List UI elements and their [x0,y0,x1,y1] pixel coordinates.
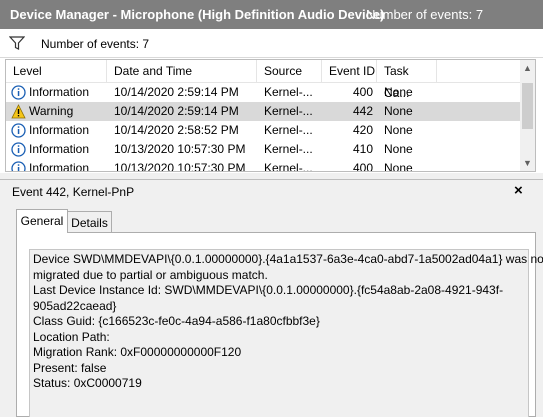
level-cell: Warning [29,104,74,118]
vertical-scrollbar[interactable]: ▲ ▼ [520,60,535,171]
events-list: Level Date and Time Source Event ID Task… [5,59,536,172]
date-cell: 10/14/2020 2:58:52 PM [114,123,239,137]
task-cell: None [384,85,413,99]
tab-details[interactable]: Details [68,211,112,233]
level-cell: Information [29,161,90,172]
source-cell: Kernel-... [264,123,313,137]
description-line: Device SWD\MMDEVAPI\{0.0.1.00000000}.{4a… [33,252,543,266]
task-cell: None [384,104,413,118]
level-cell: Information [29,85,90,99]
source-cell: Kernel-... [264,85,313,99]
description-line: Last Device Instance Id: SWD\MMDEVAPI\{0… [33,283,504,297]
information-icon [11,161,26,171]
warning-icon [11,104,26,119]
window-title: Device Manager - Microphone (High Defini… [10,7,385,22]
event-count-title: Number of events: 7 [366,7,484,22]
information-icon [11,142,26,157]
general-tab-panel: Device SWD\MMDEVAPI\{0.0.1.00000000}.{4a… [16,232,543,417]
scrollbar-thumb[interactable] [522,83,533,129]
table-row[interactable]: Information 10/14/2020 2:59:14 PM Kernel… [6,83,520,102]
table-row[interactable]: Information 10/13/2020 10:57:30 PM Kerne… [6,140,520,159]
scroll-down-icon[interactable]: ▼ [520,156,535,171]
detail-title: Event 442, Kernel-PnP [12,185,135,199]
filter-bar: Number of events: 7 [0,29,543,58]
description-line: 905ad22caead} [33,298,117,313]
column-header-level[interactable]: Level [6,60,107,82]
task-cell: None [384,123,413,137]
event-id-cell: 410 [353,142,374,156]
filter-count-label: Number of events: 7 [41,37,150,51]
window-titlebar: Device Manager - Microphone (High Defini… [0,0,543,29]
source-cell: Kernel-... [264,161,313,172]
description-line: Migration Rank: 0xF00000000000F120 [33,345,242,359]
column-header-source[interactable]: Source [257,60,322,82]
description-line: Present: false [33,360,107,375]
detail-pane: General Details Device SWD\MMDEVAPI\{0.0… [0,204,543,417]
close-icon[interactable]: × [514,182,523,199]
description-line: Class Guid: {c166523c-fe0c-4a94-a586-f1a… [33,314,320,328]
level-cell: Information [29,142,90,156]
table-row[interactable]: Information 10/13/2020 10:57:30 PM Kerne… [6,159,520,172]
source-cell: Kernel-... [264,104,313,118]
event-id-cell: 420 [353,123,374,137]
event-description-textbox[interactable]: Device SWD\MMDEVAPI\{0.0.1.00000000}.{4a… [29,249,543,417]
table-row[interactable]: Information 10/14/2020 2:58:52 PM Kernel… [6,121,520,140]
filter-icon[interactable] [9,36,25,50]
column-header-task-category[interactable]: Task Ca... [377,60,437,100]
description-line: Status: 0xC0000719 [33,376,142,390]
column-header-event-id[interactable]: Event ID [322,60,377,82]
description-line: Location Path: [33,329,110,344]
date-cell: 10/14/2020 2:59:14 PM [114,104,239,118]
task-cell: None [384,142,413,156]
date-cell: 10/14/2020 2:59:14 PM [114,85,239,99]
detail-pane-header: Event 442, Kernel-PnP × [0,179,543,204]
information-icon [11,85,26,100]
description-line: migrated due to partial or ambiguous mat… [33,267,268,282]
events-list-header: Level Date and Time Source Event ID Task… [6,60,520,100]
date-cell: 10/13/2020 10:57:30 PM [114,142,246,156]
event-id-cell: 442 [353,104,374,118]
column-header-date[interactable]: Date and Time [107,60,257,82]
information-icon [11,123,26,138]
event-id-cell: 400 [353,161,374,172]
event-id-cell: 400 [353,85,374,99]
scroll-up-icon[interactable]: ▲ [520,61,535,76]
date-cell: 10/13/2020 10:57:30 PM [114,161,246,172]
task-cell: None [384,161,413,172]
level-cell: Information [29,123,90,137]
source-cell: Kernel-... [264,142,313,156]
tab-general[interactable]: General [16,209,68,233]
table-row-selected[interactable]: Warning 10/14/2020 2:59:14 PM Kernel-...… [6,102,520,121]
